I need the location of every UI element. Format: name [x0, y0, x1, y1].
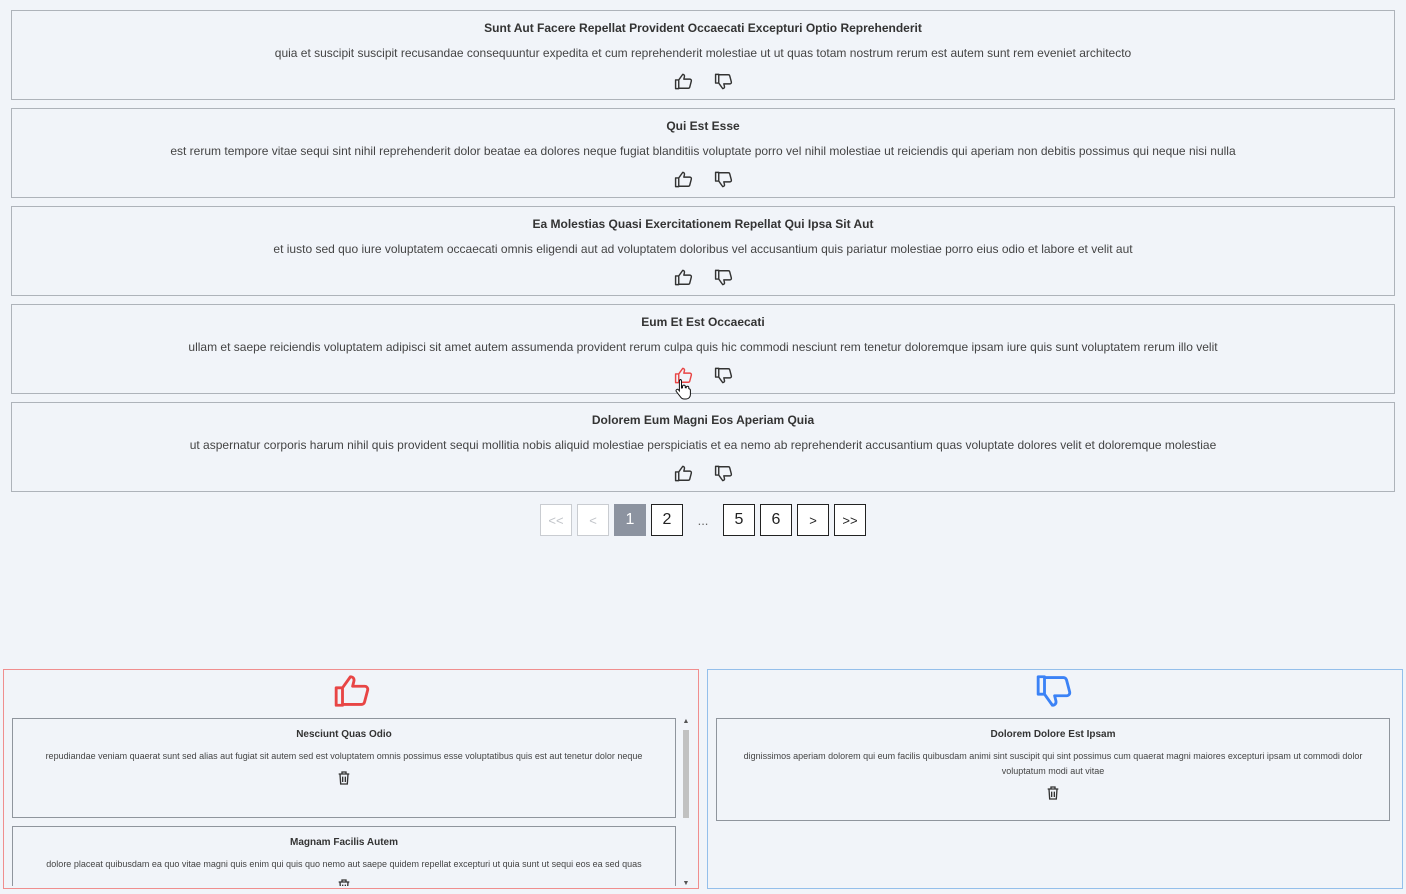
thumbs-down-icon — [714, 72, 733, 91]
dislike-button[interactable] — [713, 365, 733, 385]
liked-post-body: repudiandae veniam quaerat sunt sed alia… — [45, 751, 643, 761]
liked-posts-panel: Nesciunt Quas Odio repudiandae veniam qu… — [3, 669, 699, 889]
thumbs-up-icon — [674, 464, 693, 483]
page-button-1[interactable]: 1 — [614, 504, 646, 536]
dislike-button[interactable] — [713, 267, 733, 287]
page-button-6[interactable]: 6 — [760, 504, 792, 536]
post-card: Eum Et Est Occaecati ullam et saepe reic… — [11, 304, 1395, 394]
post-body: est rerum tempore vitae sequi sint nihil… — [170, 144, 1236, 158]
pagination: << < 1 2 ... 5 6 > >> — [0, 504, 1406, 536]
disliked-post-body: dignissimos aperiam dolorem qui eum faci… — [743, 751, 1363, 776]
scroll-down-arrow-icon[interactable]: ▼ — [682, 880, 690, 888]
post-title: Dolorem Eum Magni Eos Aperiam Quia — [591, 413, 815, 427]
liked-post-card: Nesciunt Quas Odio repudiandae veniam qu… — [12, 718, 676, 818]
post-card: Qui Est Esse est rerum tempore vitae seq… — [11, 108, 1395, 198]
dislike-button[interactable] — [713, 71, 733, 91]
thumbs-up-icon — [674, 268, 693, 287]
post-list: Sunt Aut Facere Repellat Provident Occae… — [11, 10, 1395, 500]
vote-controls — [12, 267, 1394, 287]
disliked-post-card: Dolorem Dolore Est Ipsam dignissimos ape… — [716, 718, 1390, 821]
thumbs-down-icon — [714, 268, 733, 287]
disliked-posts-panel: Dolorem Dolore Est Ipsam dignissimos ape… — [707, 669, 1403, 889]
last-page-button[interactable]: >> — [834, 504, 866, 536]
liked-post-body: dolore placeat quibusdam ea quo vitae ma… — [46, 859, 642, 869]
liked-posts-list[interactable]: Nesciunt Quas Odio repudiandae veniam qu… — [12, 718, 676, 886]
trash-icon[interactable] — [1045, 785, 1061, 801]
liked-post-card: Magnam Facilis Autem dolore placeat quib… — [12, 826, 676, 886]
page-button-5[interactable]: 5 — [723, 504, 755, 536]
post-title: Ea Molestias Quasi Exercitationem Repell… — [532, 217, 874, 231]
thumbs-down-icon — [1035, 672, 1073, 710]
liked-post-title: Magnam Facilis Autem — [290, 837, 398, 848]
post-body: quia et suscipit suscipit recusandae con… — [274, 46, 1132, 60]
disliked-posts-list[interactable]: Dolorem Dolore Est Ipsam dignissimos ape… — [716, 718, 1390, 886]
scroll-thumb[interactable] — [683, 730, 689, 818]
post-body: ut aspernatur corporis harum nihil quis … — [189, 438, 1217, 452]
post-title: Qui Est Esse — [666, 119, 740, 133]
trash-icon[interactable] — [336, 878, 352, 886]
post-title: Sunt Aut Facere Repellat Provident Occae… — [484, 21, 922, 35]
vote-controls — [12, 71, 1394, 91]
thumbs-up-icon — [674, 72, 693, 91]
post-card: Sunt Aut Facere Repellat Provident Occae… — [11, 10, 1395, 100]
post-body: et iusto sed quo iure voluptatem occaeca… — [273, 242, 1133, 256]
first-page-button[interactable]: << — [540, 504, 572, 536]
post-card: Ea Molestias Quasi Exercitationem Repell… — [11, 206, 1395, 296]
thumbs-up-icon — [333, 672, 371, 710]
dislike-button[interactable] — [713, 169, 733, 189]
post-card: Dolorem Eum Magni Eos Aperiam Quia ut as… — [11, 402, 1395, 492]
like-button[interactable] — [673, 71, 693, 91]
like-button[interactable] — [673, 169, 693, 189]
page-button-2[interactable]: 2 — [651, 504, 683, 536]
vote-controls — [12, 169, 1394, 189]
prev-page-button[interactable]: < — [577, 504, 609, 536]
thumbs-down-icon — [714, 366, 733, 385]
liked-list-scrollbar[interactable]: ▲ ▼ — [681, 718, 691, 888]
thumbs-up-icon — [674, 170, 693, 189]
vote-controls — [12, 463, 1394, 483]
liked-post-title: Nesciunt Quas Odio — [296, 729, 392, 740]
thumbs-down-icon — [714, 464, 733, 483]
post-title: Eum Et Est Occaecati — [641, 315, 765, 329]
scroll-up-arrow-icon[interactable]: ▲ — [682, 718, 690, 726]
next-page-button[interactable]: > — [797, 504, 829, 536]
thumbs-down-icon — [714, 170, 733, 189]
hand-pointer-cursor-icon — [675, 379, 691, 400]
trash-icon[interactable] — [336, 770, 352, 786]
post-body: ullam et saepe reiciendis voluptatem adi… — [188, 340, 1218, 354]
pagination-ellipsis: ... — [697, 512, 709, 528]
like-button[interactable] — [673, 267, 693, 287]
vote-controls — [12, 365, 1394, 385]
like-button[interactable] — [673, 463, 693, 483]
disliked-post-title: Dolorem Dolore Est Ipsam — [990, 729, 1116, 740]
dislike-button[interactable] — [713, 463, 733, 483]
